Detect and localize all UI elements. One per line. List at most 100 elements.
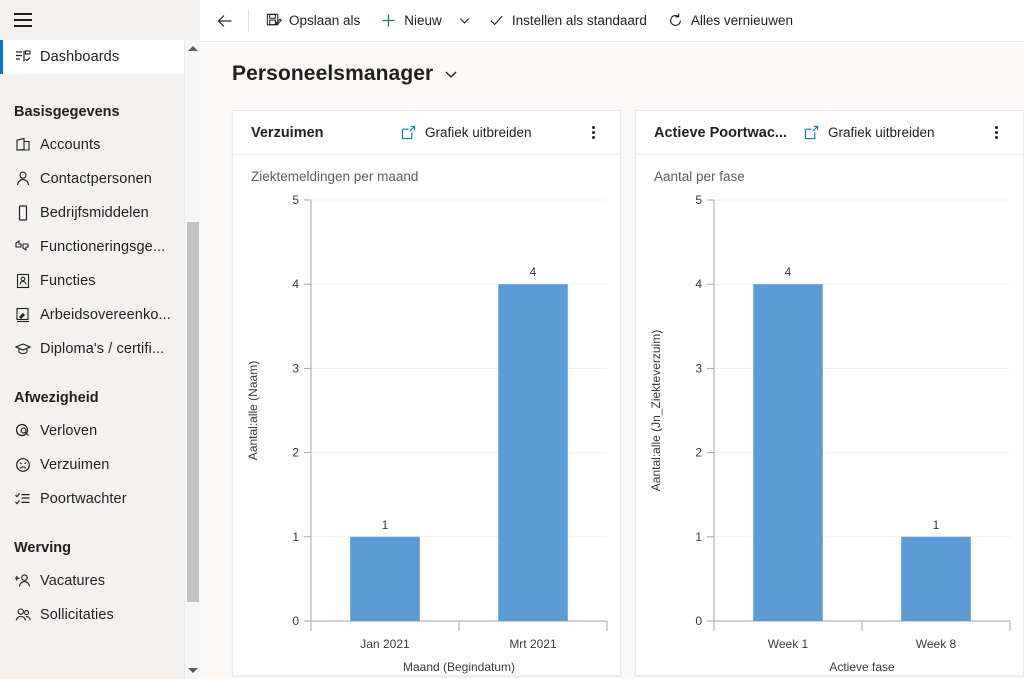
sidebar-item-functioneringsge[interactable]: Functioneringsge... [0,230,200,264]
sidebar-item-contactpersonen[interactable]: Contactpersonen [0,162,200,196]
sidebar-item-accounts[interactable]: Accounts [0,128,200,162]
dashboard-icon [14,48,40,66]
sidebar-group-afwezigheid: Afwezigheid [14,390,99,406]
sidebar-item-dashboards[interactable]: Dashboards [0,40,200,74]
card-title: Actieve Poortwac... [654,124,787,141]
expand-chart-icon [804,125,819,140]
refresh-all-label: Alles vernieuwen [690,13,793,28]
x-tick-label: Week 1 [768,637,809,651]
dashboard-cards: Verzuimen Grafiek uitbreiden Ziektemeldi… [200,110,1024,676]
feedback-icon [14,238,40,256]
chart-subtitle: Aantal per fase [654,169,745,184]
more-options-icon[interactable] [983,120,1009,146]
contract-sign-icon [14,306,40,324]
sidebar-item-arbeidsovereenko[interactable]: Arbeidsovereenko... [0,298,200,332]
dashboard-selector[interactable]: Personeelsmanager [232,62,459,86]
expand-chart-button[interactable]: Grafiek uitbreiden [401,125,532,140]
more-options-icon[interactable] [580,120,606,146]
card-header: Verzuimen Grafiek uitbreiden [233,111,620,155]
new-chevron-down-icon[interactable] [452,4,478,38]
sidebar-group-werving: Werving [14,540,71,556]
y-tick-label: 5 [695,193,702,207]
chart-card-poortwachter: Actieve Poortwac... Grafiek uitbreiden A… [635,110,1024,676]
sidebar-item-poortwachter[interactable]: Poortwachter [0,482,200,516]
y-tick-label: 1 [695,530,702,544]
bar-value-label: 1 [382,518,389,532]
bar[interactable] [901,536,971,621]
hamburger-icon[interactable] [14,13,32,27]
y-tick-label: 0 [292,614,299,628]
card-header: Actieve Poortwac... Grafiek uitbreiden [636,111,1023,155]
x-axis-label: Maand (Begindatum) [403,660,515,674]
chart-subtitle: Ziektemeldingen per maand [251,169,419,184]
sidebar-item-sollicitaties[interactable]: Sollicitaties [0,598,200,632]
sidebar-item-label: Diploma's / certifi... [40,341,165,357]
y-axis-label: Aantal:alle (Jn_Ziekteverzuim) [649,330,663,491]
sidebar-header [0,0,200,40]
expand-chart-icon [401,125,416,140]
page-title: Personeelsmanager [232,62,434,85]
y-axis-label: Aantal:alle (Naam) [246,361,260,460]
new-label: Nieuw [404,13,442,28]
sidebar-item-label: Verzuimen [40,457,110,473]
sidebar-item-label: Sollicitaties [40,607,114,623]
refresh-all-button[interactable]: Alles vernieuwen [657,4,803,38]
leave-search-icon [14,422,40,440]
page-title-row: Personeelsmanager [200,42,1024,110]
x-axis-label: Actieve fase [829,660,895,674]
check-icon [488,12,505,29]
device-icon [14,204,40,222]
expand-chart-button[interactable]: Grafiek uitbreiden [804,125,935,140]
expand-chart-label: Grafiek uitbreiden [425,125,532,140]
x-tick-label: Mrt 2021 [509,637,557,651]
y-tick-label: 3 [292,361,299,375]
chart-card-verzuimen: Verzuimen Grafiek uitbreiden Ziektemeldi… [232,110,621,676]
checklist-icon [14,490,40,508]
set-as-default-label: Instellen als standaard [511,13,647,28]
y-tick-label: 3 [695,361,702,375]
chart-area-1: 0 1 2 3 4 5 1 Jan 2021 4 Mrt 2021 Maand (Begindatu… [233,184,620,675]
set-as-default-button[interactable]: Instellen als standaard [478,4,657,38]
main-content: Opslaan als Nieuw Instellen als standaar… [200,0,1024,679]
sidebar-item-diploma-s-certifi[interactable]: Diploma's / certifi... [0,332,200,366]
sidebar-item-verzuimen[interactable]: Verzuimen [0,448,200,482]
chevron-down-icon [443,66,459,82]
account-icon [14,136,40,154]
sidebar-item-verloven[interactable]: Verloven [0,414,200,448]
sidebar-scrollbar[interactable] [184,40,200,679]
sidebar-item-label: Arbeidsovereenko... [40,307,171,323]
new-button[interactable]: Nieuw [370,4,452,38]
sidebar-nav-list: Dashboards Basisgegevens Accounts Contactpe… [0,40,200,632]
refresh-icon [667,12,684,29]
save-as-button[interactable]: Opslaan als [255,4,370,38]
scroll-down-arrow-icon[interactable] [185,662,200,679]
scrollbar-thumb[interactable] [187,222,199,602]
back-button[interactable] [208,4,242,38]
sidebar-item-bedrijfsmiddelen[interactable]: Bedrijfsmiddelen [0,196,200,230]
person-icon [14,170,40,188]
sidebar-item-label: Functies [40,273,96,289]
bar[interactable] [753,284,823,621]
command-bar: Opslaan als Nieuw Instellen als standaar… [200,0,1024,42]
sidebar-item-label: Accounts [40,137,101,153]
sidebar-scroll-region: Dashboards Basisgegevens Accounts Contactpe… [0,40,200,679]
sidebar-item-label: Dashboards [40,49,120,65]
y-tick-label: 4 [292,277,299,291]
sidebar-item-label: Contactpersonen [40,171,152,187]
sidebar-group-basisgegevens: Basisgegevens [14,104,120,120]
expand-chart-label: Grafiek uitbreiden [828,125,935,140]
sidebar-item-vacatures[interactable]: Vacatures [0,564,200,598]
y-tick-label: 2 [292,446,299,460]
chart-area-2: 0 1 2 3 4 5 4 Week 1 1 Week 8 Actieve fase Aantal:a… [636,184,1023,675]
bar[interactable] [498,284,568,621]
bar-value-label: 4 [530,265,537,279]
bar-value-label: 1 [933,518,940,532]
scroll-up-arrow-icon[interactable] [185,40,200,57]
sidebar-item-label: Verloven [40,423,98,439]
sad-face-icon [14,456,40,474]
card-title: Verzuimen [251,124,324,141]
y-tick-label: 1 [292,530,299,544]
sidebar-item-label: Functioneringsge... [40,239,166,255]
sidebar-item-functies[interactable]: Functies [0,264,200,298]
bar[interactable] [350,536,420,621]
